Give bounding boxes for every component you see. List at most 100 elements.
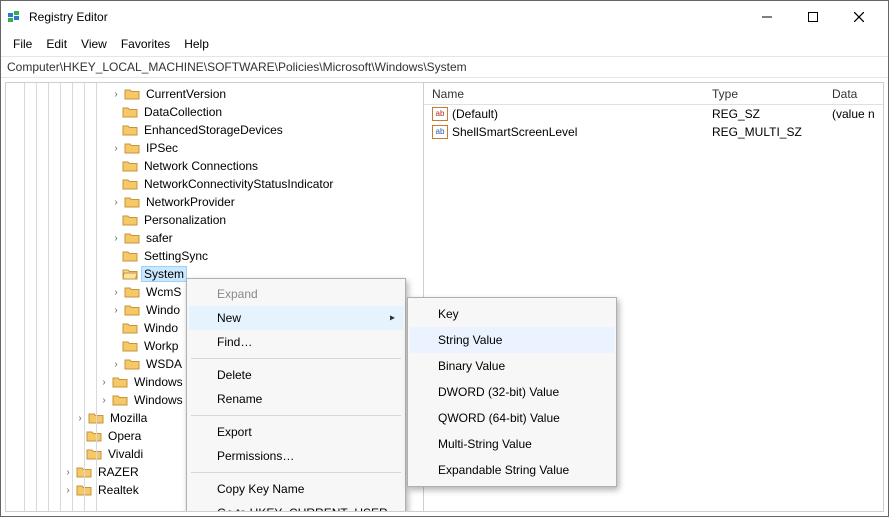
submenu-expandable-string-value[interactable]: Expandable String Value — [410, 457, 614, 483]
tree-item[interactable]: Windo — [142, 321, 180, 335]
submenu-multi-string-value[interactable]: Multi-String Value — [410, 431, 614, 457]
folder-icon — [122, 339, 138, 353]
separator — [191, 472, 401, 473]
folder-icon — [124, 195, 140, 209]
menu-edit[interactable]: Edit — [40, 35, 73, 53]
chevron-right-icon[interactable]: › — [110, 359, 122, 370]
tree-item[interactable]: SettingSync — [142, 249, 210, 263]
context-menu-rename[interactable]: Rename — [189, 387, 403, 411]
list-row[interactable]: abShellSmartScreenLevel REG_MULTI_SZ — [424, 123, 883, 141]
maximize-button[interactable] — [790, 2, 836, 32]
context-menu-permissions[interactable]: Permissions… — [189, 444, 403, 468]
context-menu-export[interactable]: Export — [189, 420, 403, 444]
folder-open-icon — [122, 267, 138, 281]
submenu-binary-value[interactable]: Binary Value — [410, 353, 614, 379]
folder-icon — [124, 141, 140, 155]
column-header-type[interactable]: Type — [704, 84, 824, 104]
folder-icon — [86, 447, 102, 461]
tree-item[interactable]: Mozilla — [108, 411, 149, 425]
chevron-right-icon[interactable]: › — [110, 197, 122, 208]
tree-item-selected[interactable]: System — [142, 267, 186, 281]
folder-icon — [76, 483, 92, 497]
tree-item[interactable]: WSDA — [144, 357, 184, 371]
submenu-key[interactable]: Key — [410, 301, 614, 327]
close-button[interactable] — [836, 2, 882, 32]
chevron-right-icon[interactable]: › — [110, 287, 122, 298]
tree-item[interactable]: EnhancedStorageDevices — [142, 123, 285, 137]
menu-help[interactable]: Help — [178, 35, 215, 53]
context-menu-find[interactable]: Find… — [189, 330, 403, 354]
tree-item[interactable]: NetworkConnectivityStatusIndicator — [142, 177, 335, 191]
tree-item[interactable]: RAZER — [96, 465, 141, 479]
column-header-data[interactable]: Data — [824, 84, 883, 104]
folder-icon — [88, 411, 104, 425]
reg-sz-icon: ab — [432, 107, 448, 121]
chevron-right-icon[interactable]: › — [110, 233, 122, 244]
chevron-right-icon[interactable]: › — [74, 413, 86, 424]
folder-icon — [112, 375, 128, 389]
chevron-right-icon: ▸ — [390, 313, 395, 324]
list-row[interactable]: ab(Default) REG_SZ (value n — [424, 105, 883, 123]
folder-icon — [122, 105, 138, 119]
window-controls — [744, 2, 882, 32]
tree-item[interactable]: NetworkProvider — [144, 195, 237, 209]
folder-icon — [124, 303, 140, 317]
tree-item[interactable]: DataCollection — [142, 105, 224, 119]
tree-item[interactable]: Workp — [142, 339, 180, 353]
tree-item[interactable]: safer — [144, 231, 175, 245]
tree-item[interactable]: Vivaldi — [106, 447, 145, 461]
folder-icon — [112, 393, 128, 407]
folder-icon — [122, 177, 138, 191]
chevron-right-icon[interactable]: › — [62, 467, 74, 478]
folder-icon — [122, 213, 138, 227]
tree-item[interactable]: Realtek — [96, 483, 141, 497]
tree-item[interactable]: Personalization — [142, 213, 228, 227]
menu-view[interactable]: View — [75, 35, 113, 53]
chevron-right-icon[interactable]: › — [98, 377, 110, 388]
chevron-right-icon[interactable]: › — [110, 305, 122, 316]
chevron-right-icon[interactable]: › — [98, 395, 110, 406]
chevron-right-icon[interactable]: › — [110, 89, 122, 100]
window-title: Registry Editor — [29, 10, 744, 24]
tree-item[interactable]: Opera — [106, 429, 143, 443]
context-menu-copy-key-name[interactable]: Copy Key Name — [189, 477, 403, 501]
tree-item[interactable]: Network Connections — [142, 159, 260, 173]
context-menu-goto-hkcu[interactable]: Go to HKEY_CURRENT_USER — [189, 501, 403, 512]
context-menu-expand: Expand — [189, 282, 403, 306]
separator — [191, 358, 401, 359]
chevron-right-icon[interactable]: › — [110, 143, 122, 154]
folder-icon — [124, 285, 140, 299]
chevron-right-icon[interactable]: › — [62, 485, 74, 496]
value-type: REG_SZ — [704, 107, 824, 121]
submenu-dword-value[interactable]: DWORD (32-bit) Value — [410, 379, 614, 405]
context-menu-delete[interactable]: Delete — [189, 363, 403, 387]
context-menu: Expand New▸ Find… Delete Rename Export P… — [186, 278, 406, 512]
folder-icon — [124, 87, 140, 101]
submenu-qword-value[interactable]: QWORD (64-bit) Value — [410, 405, 614, 431]
folder-icon — [124, 357, 140, 371]
context-submenu-new: Key String Value Binary Value DWORD (32-… — [407, 297, 617, 487]
folder-icon — [124, 231, 140, 245]
folder-icon — [122, 321, 138, 335]
context-menu-new[interactable]: New▸ — [189, 306, 403, 330]
list-header: Name Type Data — [424, 83, 883, 105]
value-name: ShellSmartScreenLevel — [452, 125, 577, 139]
minimize-button[interactable] — [744, 2, 790, 32]
submenu-string-value[interactable]: String Value — [410, 327, 614, 353]
value-data: (value n — [824, 107, 883, 121]
tree-item[interactable]: Windo — [144, 303, 182, 317]
tree-item[interactable]: CurrentVersion — [144, 87, 228, 101]
separator — [191, 415, 401, 416]
tree-item[interactable]: Windows — [132, 375, 185, 389]
menu-favorites[interactable]: Favorites — [115, 35, 176, 53]
tree-item[interactable]: Windows — [132, 393, 185, 407]
tree-item[interactable]: IPSec — [144, 141, 180, 155]
column-header-name[interactable]: Name — [424, 84, 704, 104]
menu-file[interactable]: File — [7, 35, 38, 53]
address-bar[interactable]: Computer\HKEY_LOCAL_MACHINE\SOFTWARE\Pol… — [1, 56, 888, 78]
list-body: ab(Default) REG_SZ (value n abShellSmart… — [424, 105, 883, 141]
folder-icon — [86, 429, 102, 443]
tree-item[interactable]: WcmS — [144, 285, 183, 299]
app-icon — [7, 9, 23, 25]
workspace: › CurrentVersion DataCollection EnhancedS… — [5, 82, 884, 512]
